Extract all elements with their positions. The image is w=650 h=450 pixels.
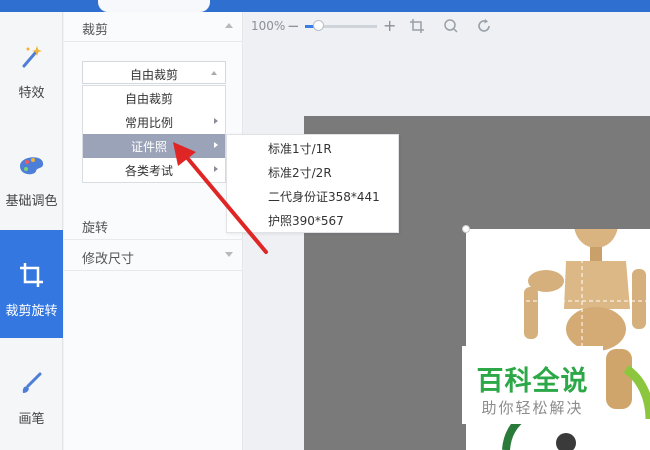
top-nav-bar (0, 0, 650, 12)
chevron-up-icon (211, 71, 217, 75)
zoom-icon[interactable] (443, 18, 459, 34)
submenu-item-passport[interactable]: 护照390*567 (227, 207, 398, 231)
crop-mode-dropdown: 自由裁剪 常用比例 证件照 各类考试 (82, 85, 226, 183)
palette-icon (20, 157, 44, 175)
watermark: 百科全说 助你轻松解决 (462, 346, 603, 424)
resize-section-title: 修改尺寸 (82, 252, 135, 267)
watermark-subtitle: 助你轻松解决 (481, 399, 584, 417)
submenu-arrow-icon (214, 142, 218, 148)
crop-tool-icon[interactable] (409, 18, 425, 34)
collapse-arrow-icon (225, 23, 233, 28)
crop-icon (20, 263, 43, 287)
zoom-out-button[interactable]: − (287, 17, 300, 35)
watermark-title: 百科全说 (476, 366, 589, 397)
crop-handle[interactable] (462, 225, 470, 233)
submenu-item-2inch[interactable]: 标准2寸/2R (227, 159, 398, 183)
dropdown-item-label: 自由裁剪 (124, 92, 173, 106)
rotate-section-title: 旋转 (82, 221, 109, 236)
resize-section-header[interactable]: 修改尺寸 (64, 241, 243, 271)
dropdown-item-exams[interactable]: 各类考试 (83, 158, 225, 182)
submenu-item-label: 护照390*567 (268, 214, 344, 228)
brush-icon (22, 372, 42, 393)
submenu-item-id-card[interactable]: 二代身份证358*441 (227, 183, 398, 207)
submenu-item-label: 标准2寸/2R (268, 166, 332, 180)
crop-mode-select[interactable]: 自由裁剪 (82, 61, 226, 84)
rail-label-crop-rotate: 裁剪旋转 (5, 304, 58, 319)
rail-label-brush: 画笔 (18, 412, 45, 427)
rail-item-crop-rotate[interactable]: 裁剪旋转 (0, 230, 63, 338)
rail-label-basic-color: 基础调色 (5, 194, 58, 209)
dropdown-item-common-ratio[interactable]: 常用比例 (83, 110, 225, 134)
rotate-section-header[interactable]: 旋转 (64, 210, 243, 240)
submenu-arrow-icon (214, 118, 218, 124)
magic-wand-icon (22, 46, 42, 68)
id-photo-submenu: 标准1寸/1R 标准2寸/2R 二代身份证358*441 护照390*567 (226, 134, 399, 233)
crop-mode-value: 自由裁剪 (129, 68, 178, 82)
submenu-item-label: 二代身份证358*441 (268, 190, 380, 204)
dropdown-item-label: 常用比例 (124, 116, 173, 130)
zoom-percentage: 100% (251, 19, 286, 33)
tab-active[interactable] (98, 0, 210, 12)
crop-section-title: 裁剪 (82, 23, 109, 38)
rail-item-brush[interactable]: 画笔 (0, 338, 63, 446)
dropdown-item-label: 证件照 (130, 140, 167, 154)
rail-item-effects[interactable]: 特效 (0, 12, 63, 120)
rail-item-basic-color[interactable]: 基础调色 (0, 120, 63, 228)
expand-arrow-icon (225, 252, 233, 257)
crop-section-header[interactable]: 裁剪 (64, 12, 243, 42)
submenu-arrow-icon (214, 166, 218, 172)
dropdown-item-free-crop[interactable]: 自由裁剪 (83, 86, 225, 110)
submenu-item-label: 标准1寸/1R (268, 142, 332, 156)
dropdown-item-id-photo[interactable]: 证件照 (83, 134, 225, 158)
rotate-icon[interactable] (476, 18, 492, 34)
zoom-in-button[interactable]: + (383, 16, 396, 35)
submenu-item-1inch[interactable]: 标准1寸/1R (227, 135, 398, 159)
rail-label-effects: 特效 (18, 86, 45, 101)
dropdown-item-label: 各类考试 (124, 164, 173, 178)
left-toolbar: 特效 基础调色 裁剪旋转 画笔 (0, 12, 63, 450)
